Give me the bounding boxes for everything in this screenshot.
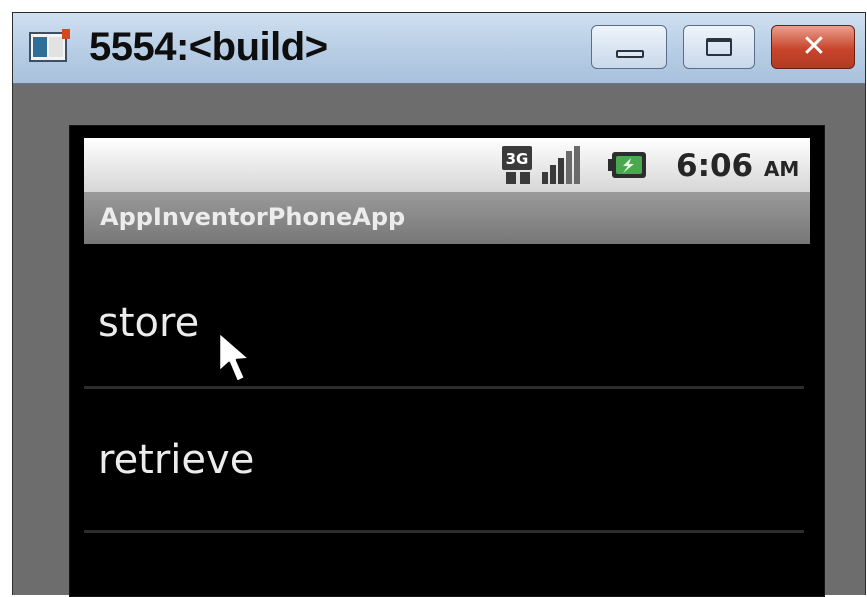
- close-icon: ✕: [801, 29, 827, 64]
- window-title: 5554:<build>: [89, 25, 328, 69]
- time-value: 6:06: [676, 148, 754, 184]
- phone-screen: 3G 6:06 AM AppInventorPhoneApp store ret…: [69, 125, 825, 597]
- list-item-label: retrieve: [98, 437, 255, 483]
- app-title-bar: AppInventorPhoneApp: [84, 192, 810, 244]
- emulator-window: 5554:<build> ✕ 3G 6:06 AM AppInventorPho…: [12, 12, 866, 597]
- maximize-button[interactable]: [683, 25, 755, 69]
- battery-icon: [608, 152, 646, 178]
- signal-icon: [542, 146, 580, 184]
- minimize-icon: [616, 50, 644, 58]
- time-ampm: AM: [763, 157, 800, 181]
- close-button[interactable]: ✕: [771, 25, 855, 69]
- network-type-label: 3G: [506, 150, 529, 168]
- app-title: AppInventorPhoneApp: [100, 203, 406, 231]
- window-titlebar[interactable]: 5554:<build> ✕: [13, 13, 865, 84]
- list-divider: [84, 530, 804, 533]
- list-item-label: store: [98, 300, 200, 346]
- maximize-icon: [706, 38, 732, 56]
- mouse-cursor-icon: [217, 330, 252, 384]
- 3g-icon: 3G: [502, 146, 532, 184]
- list-item-store[interactable]: store: [84, 246, 810, 386]
- android-status-bar: 3G 6:06 AM: [84, 138, 810, 192]
- minimize-button[interactable]: [591, 25, 667, 69]
- list-item-retrieve[interactable]: retrieve: [84, 388, 810, 528]
- emulator-app-icon: [29, 29, 70, 62]
- status-time: 6:06 AM: [676, 148, 799, 184]
